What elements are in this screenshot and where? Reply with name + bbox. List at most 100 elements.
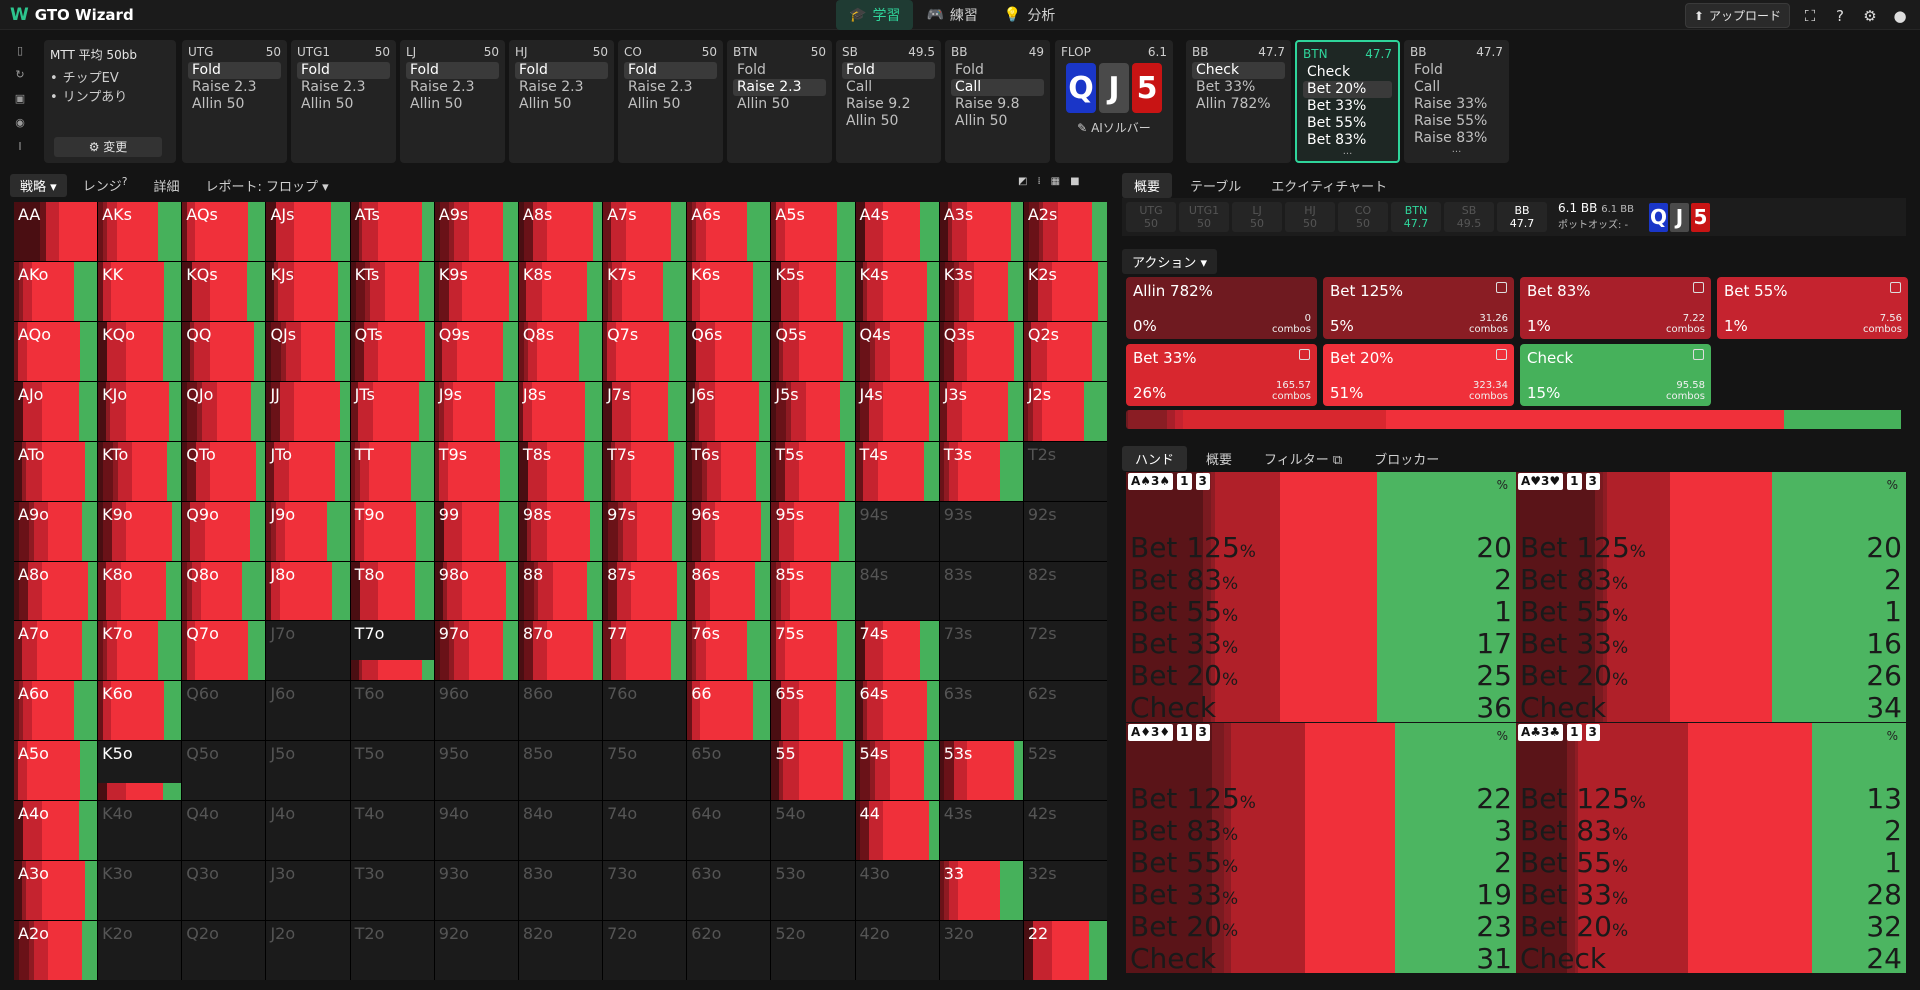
range-cell[interactable]: 86o xyxy=(518,681,603,741)
tab-report[interactable]: レポート: フロップ ▾ xyxy=(195,174,338,197)
upload-button[interactable]: ⬆ アップロード xyxy=(1684,3,1790,28)
range-cell[interactable]: T9s xyxy=(434,441,518,501)
range-cell[interactable]: J9o xyxy=(266,501,350,561)
range-cell[interactable]: 97o xyxy=(434,621,518,681)
range-cell[interactable]: 84s xyxy=(855,561,939,621)
range-cell[interactable]: 43o xyxy=(855,861,939,921)
refresh-icon[interactable]: ↻ xyxy=(12,68,28,84)
seat-action[interactable]: Allin 50 xyxy=(842,113,935,130)
seat-action[interactable]: Raise 9.2 xyxy=(842,96,935,113)
range-cell[interactable]: A8o xyxy=(14,561,98,621)
range-cell[interactable]: KK xyxy=(98,261,182,321)
range-cell[interactable]: 97s xyxy=(603,501,687,561)
range-cell[interactable]: ATs xyxy=(350,202,434,261)
range-cell[interactable]: K5s xyxy=(771,261,855,321)
range-cell[interactable]: QTo xyxy=(182,441,266,501)
range-cell[interactable]: 93o xyxy=(434,861,518,921)
range-cell[interactable]: K4o xyxy=(98,801,182,861)
postflop-seat-bb[interactable]: BB 47.7 Check Bet 33% Allin 782% xyxy=(1186,40,1291,163)
hand-panel[interactable]: A♣3♣ 1 3% Bet 125% 13 Bet 83% 2 Bet 55% 1 Bet 33%… xyxy=(1516,723,1906,973)
range-cell[interactable]: J6s xyxy=(687,381,771,441)
range-cell[interactable]: A2o xyxy=(14,921,98,980)
range-cell[interactable]: K2o xyxy=(98,921,182,980)
range-cell[interactable]: 63s xyxy=(939,681,1023,741)
range-cell[interactable]: 87o xyxy=(518,621,603,681)
range-cell[interactable]: K6o xyxy=(98,681,182,741)
range-cell[interactable]: T8s xyxy=(518,441,603,501)
seat-action[interactable]: Allin 50 xyxy=(188,96,281,113)
range-cell[interactable]: AJo xyxy=(14,381,98,441)
range-cell[interactable]: 54o xyxy=(771,801,855,861)
seat-action[interactable]: Raise 55% xyxy=(1410,113,1503,130)
nav-study[interactable]: 🎓 学習 xyxy=(836,0,914,30)
range-cell[interactable]: 42o xyxy=(855,921,939,980)
range-cell[interactable]: 82s xyxy=(1023,561,1107,621)
nav-analyze[interactable]: 💡 分析 xyxy=(991,0,1068,30)
range-cell[interactable]: T5o xyxy=(350,741,434,801)
range-cell[interactable]: 75s xyxy=(771,621,855,681)
range-cell[interactable]: 32o xyxy=(939,921,1023,980)
range-cell[interactable]: 96s xyxy=(687,501,771,561)
ai-solver-link[interactable]: ✎ AIソルバー xyxy=(1061,119,1167,136)
range-cell[interactable]: A7o xyxy=(14,621,98,681)
seat-action[interactable]: Allin 50 xyxy=(297,96,390,113)
seat-action[interactable]: Allin 50 xyxy=(733,96,826,113)
range-cell[interactable]: AKo xyxy=(14,261,98,321)
range-cell[interactable]: Q6s xyxy=(687,321,771,381)
range-cell[interactable]: A4s xyxy=(855,202,939,261)
range-cell[interactable]: Q5o xyxy=(182,741,266,801)
range-cell[interactable]: 33 xyxy=(939,861,1023,921)
action-box[interactable]: Bet 83% 1% 7.22 combos xyxy=(1520,277,1711,339)
position-chip-bb[interactable]: BB 47.7 xyxy=(1497,202,1547,232)
app-logo[interactable]: W GTO Wizard xyxy=(10,5,134,25)
seat-action[interactable]: Fold xyxy=(297,62,390,79)
range-cell[interactable]: A6s xyxy=(687,202,771,261)
range-cell[interactable]: 84o xyxy=(518,801,603,861)
range-cell[interactable]: Q6o xyxy=(182,681,266,741)
range-cell[interactable]: 44 xyxy=(855,801,939,861)
range-cell[interactable]: KTo xyxy=(98,441,182,501)
range-cell[interactable]: 72s xyxy=(1023,621,1107,681)
range-cell[interactable]: T2s xyxy=(1023,441,1107,501)
range-cell[interactable]: J5s xyxy=(771,381,855,441)
seat-action[interactable]: Fold xyxy=(406,62,499,79)
seat-action[interactable]: Raise 2.3 xyxy=(297,79,390,96)
action-box[interactable]: Bet 20% 51% 323.34 combos xyxy=(1323,344,1514,406)
seat-action[interactable]: Fold xyxy=(515,62,608,79)
range-cell[interactable]: 76s xyxy=(687,621,771,681)
range-cell[interactable]: T4o xyxy=(350,801,434,861)
seat-action[interactable]: Bet 20% xyxy=(1303,81,1392,98)
range-cell[interactable]: J8s xyxy=(518,381,603,441)
range-cell[interactable]: AJs xyxy=(266,202,350,261)
range-cell[interactable]: T7s xyxy=(603,441,687,501)
range-cell[interactable]: QJo xyxy=(182,381,266,441)
range-cell[interactable]: K3o xyxy=(98,861,182,921)
range-cell[interactable]: JTo xyxy=(266,441,350,501)
range-cell[interactable]: 65o xyxy=(687,741,771,801)
hand-panel[interactable]: A♠3♠ 1 3% Bet 125% 20 Bet 83% 2 Bet 55% 1 Bet 33%… xyxy=(1126,472,1516,722)
text-height-icon[interactable]: I xyxy=(12,140,28,156)
seat-action[interactable]: Bet 33% xyxy=(1303,98,1392,115)
range-cell[interactable]: T6o xyxy=(350,681,434,741)
range-cell[interactable]: A5o xyxy=(14,741,98,801)
range-cell[interactable]: T2o xyxy=(350,921,434,980)
tab-overview[interactable]: 概要 xyxy=(1122,173,1173,198)
range-cell[interactable]: TT xyxy=(350,441,434,501)
range-cell[interactable]: 75o xyxy=(603,741,687,801)
range-cell[interactable]: AQs xyxy=(182,202,266,261)
range-cell[interactable]: 64o xyxy=(687,801,771,861)
details-icon[interactable] xyxy=(1496,349,1507,360)
tab-equity-chart[interactable]: エクイティチャート xyxy=(1259,173,1399,198)
change-settings-button[interactable]: ⚙ 変更 xyxy=(54,137,162,157)
range-cell[interactable]: 53o xyxy=(771,861,855,921)
action-box[interactable]: Bet 125% 5% 31.26 combos xyxy=(1323,277,1514,339)
tab-table[interactable]: テーブル xyxy=(1178,173,1253,198)
seat-action[interactable]: Fold xyxy=(624,62,717,79)
save-icon[interactable]: ▣ xyxy=(12,92,28,108)
tab-strategy[interactable]: 戦略 ▾ xyxy=(10,173,67,197)
seat-utg[interactable]: UTG 50 Fold Raise 2.3 Allin 50 xyxy=(182,40,287,163)
seat-action[interactable]: Bet 33% xyxy=(1192,79,1285,96)
seat-action[interactable]: Allin 50 xyxy=(515,96,608,113)
seat-action[interactable]: Raise 33% xyxy=(1410,96,1503,113)
screenshot-icon[interactable]: ⛶ xyxy=(1800,6,1820,26)
